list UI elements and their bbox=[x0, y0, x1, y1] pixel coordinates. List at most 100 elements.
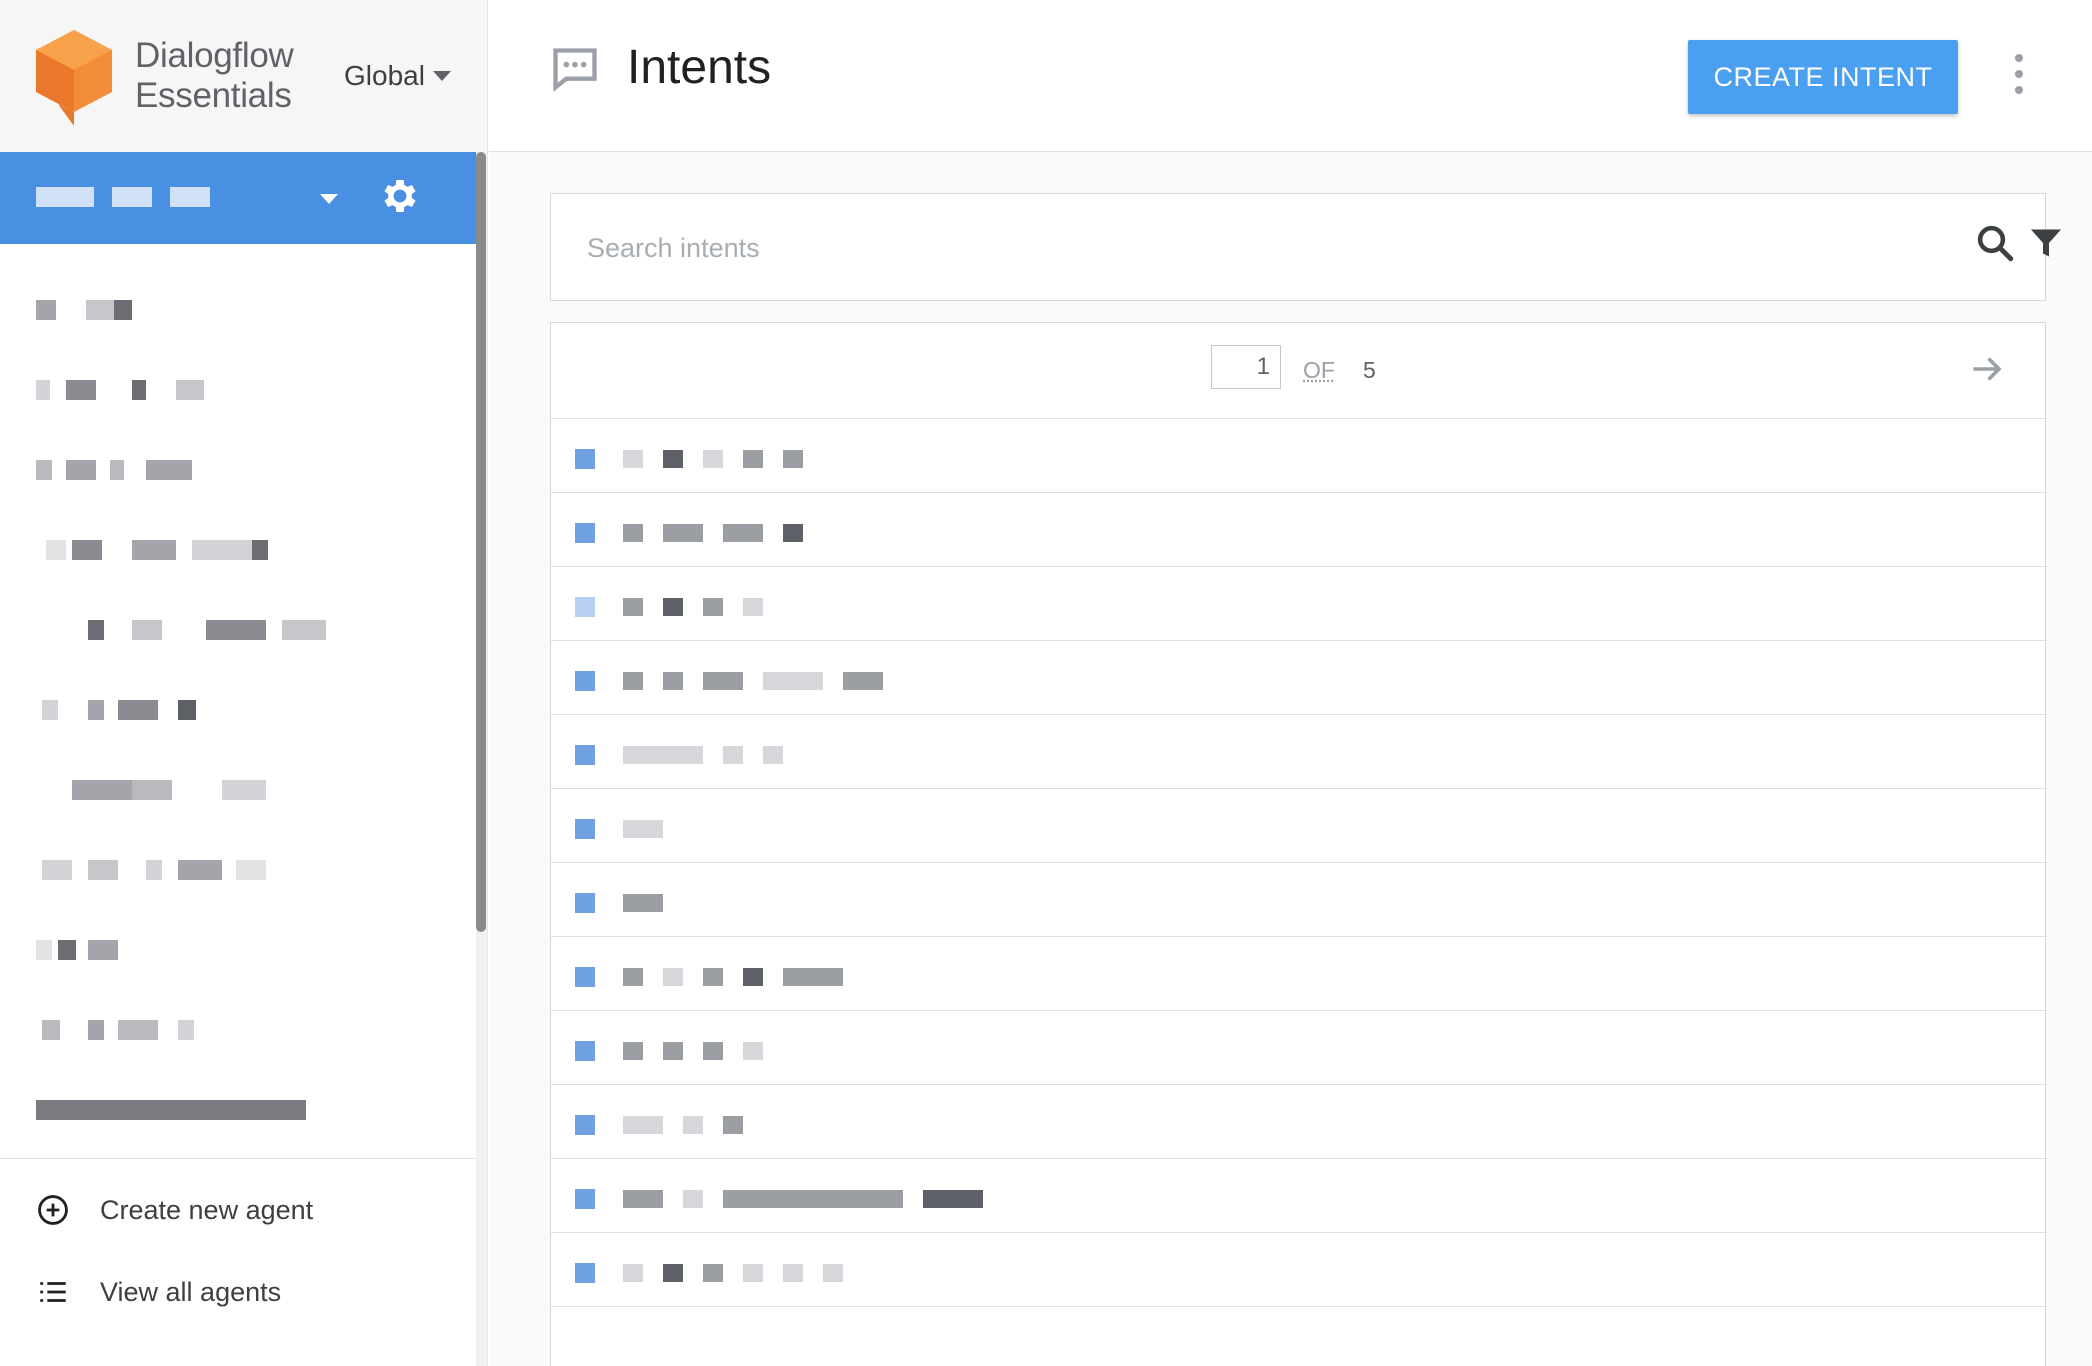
add-circle-icon bbox=[38, 1195, 68, 1225]
redacted-block bbox=[743, 1042, 763, 1060]
redacted-block bbox=[723, 1190, 903, 1208]
intent-name-redacted bbox=[623, 1253, 863, 1293]
dialogflow-logo-icon bbox=[36, 30, 112, 126]
intent-name-redacted bbox=[623, 809, 683, 849]
redacted-block bbox=[236, 860, 266, 880]
redacted-block bbox=[114, 300, 132, 320]
product-name-line2: Essentials bbox=[135, 76, 292, 115]
redacted-block bbox=[178, 1020, 194, 1040]
intent-row[interactable] bbox=[551, 1011, 2047, 1085]
redacted-block bbox=[663, 1042, 683, 1060]
agent-list-item[interactable] bbox=[0, 670, 476, 750]
region-selector[interactable]: Global bbox=[344, 60, 451, 92]
redacted-block bbox=[176, 380, 204, 400]
search-input[interactable] bbox=[587, 220, 1787, 276]
search-icon[interactable] bbox=[1974, 222, 2016, 264]
intent-priority-icon bbox=[575, 1189, 595, 1209]
agent-list bbox=[0, 270, 476, 1150]
redacted-block bbox=[623, 598, 643, 616]
redacted-block bbox=[763, 672, 823, 690]
intent-priority-icon bbox=[575, 597, 595, 617]
agent-list-item[interactable] bbox=[0, 1070, 476, 1150]
agent-list-item[interactable] bbox=[0, 830, 476, 910]
create-intent-button[interactable]: CREATE INTENT bbox=[1688, 40, 1958, 114]
intent-row[interactable] bbox=[551, 1159, 2047, 1233]
redacted-block bbox=[923, 1190, 983, 1208]
agent-list-item[interactable] bbox=[0, 910, 476, 990]
redacted-block bbox=[623, 746, 703, 764]
intent-row[interactable] bbox=[551, 641, 2047, 715]
redacted-block bbox=[58, 940, 76, 960]
filter-icon[interactable] bbox=[2028, 224, 2064, 262]
intent-row[interactable] bbox=[551, 1085, 2047, 1159]
redacted-block bbox=[743, 598, 763, 616]
intent-priority-icon bbox=[575, 523, 595, 543]
intent-name-redacted bbox=[623, 957, 863, 997]
redacted-block bbox=[132, 380, 146, 400]
intent-name-redacted bbox=[623, 883, 683, 923]
redacted-block bbox=[178, 700, 196, 720]
redacted-block bbox=[42, 1020, 60, 1040]
page-number-input[interactable] bbox=[1211, 345, 1281, 389]
intent-name-redacted bbox=[623, 587, 783, 627]
redacted-block bbox=[36, 187, 94, 207]
product-name-line1: Dialogflow bbox=[135, 36, 294, 75]
region-label: Global bbox=[344, 60, 425, 91]
redacted-block bbox=[723, 524, 763, 542]
intent-name-redacted bbox=[623, 513, 823, 553]
agent-list-item[interactable] bbox=[0, 990, 476, 1070]
redacted-block bbox=[743, 450, 763, 468]
intent-row[interactable] bbox=[551, 789, 2047, 863]
redacted-block bbox=[703, 672, 743, 690]
view-all-agents-button[interactable]: View all agents bbox=[36, 1272, 281, 1312]
gear-icon[interactable] bbox=[378, 174, 422, 218]
intent-row[interactable] bbox=[551, 419, 2047, 493]
redacted-block bbox=[743, 968, 763, 986]
agent-list-item[interactable] bbox=[0, 590, 476, 670]
intent-name-redacted bbox=[623, 1179, 1003, 1219]
redacted-block bbox=[88, 700, 104, 720]
redacted-block bbox=[663, 450, 683, 468]
redacted-block bbox=[623, 1042, 643, 1060]
create-new-agent-label: Create new agent bbox=[100, 1194, 314, 1225]
redacted-block bbox=[110, 460, 124, 480]
redacted-block bbox=[843, 672, 883, 690]
brand-header: Dialogflow Essentials Global bbox=[0, 0, 487, 152]
redacted-block bbox=[86, 300, 114, 320]
page-title: Intents bbox=[627, 41, 772, 94]
intent-name-redacted bbox=[623, 1031, 783, 1071]
intent-row[interactable] bbox=[551, 937, 2047, 1011]
redacted-block bbox=[192, 540, 252, 560]
redacted-block bbox=[66, 380, 96, 400]
intent-row[interactable] bbox=[551, 493, 2047, 567]
agent-list-item[interactable] bbox=[0, 430, 476, 510]
redacted-block bbox=[623, 1116, 663, 1134]
arrow-right-icon[interactable] bbox=[1969, 351, 2005, 387]
redacted-block bbox=[118, 1020, 158, 1040]
top-bar: Intents CREATE INTENT bbox=[489, 0, 2092, 152]
redacted-block bbox=[783, 968, 843, 986]
redacted-block bbox=[46, 540, 66, 560]
agent-name-redacted bbox=[36, 182, 228, 212]
agent-dropdown-icon[interactable] bbox=[320, 194, 338, 204]
redacted-block bbox=[763, 746, 783, 764]
redacted-block bbox=[623, 450, 643, 468]
intent-row[interactable] bbox=[551, 1233, 2047, 1307]
more-options-icon[interactable] bbox=[2009, 54, 2029, 94]
intent-row[interactable] bbox=[551, 715, 2047, 789]
agent-list-item[interactable] bbox=[0, 510, 476, 590]
sidebar: Dialogflow Essentials Global Create new … bbox=[0, 0, 488, 1366]
redacted-block bbox=[88, 1020, 104, 1040]
redacted-block bbox=[783, 450, 803, 468]
redacted-block bbox=[783, 1264, 803, 1282]
intent-row[interactable] bbox=[551, 863, 2047, 937]
intent-priority-icon bbox=[575, 1115, 595, 1135]
create-new-agent-button[interactable]: Create new agent bbox=[36, 1190, 313, 1230]
redacted-block bbox=[170, 187, 210, 207]
agent-list-item[interactable] bbox=[0, 750, 476, 830]
sidebar-scrollbar[interactable] bbox=[476, 152, 486, 932]
intent-row[interactable] bbox=[551, 567, 2047, 641]
redacted-block bbox=[36, 300, 56, 320]
agent-list-item[interactable] bbox=[0, 270, 476, 350]
agent-list-item[interactable] bbox=[0, 350, 476, 430]
